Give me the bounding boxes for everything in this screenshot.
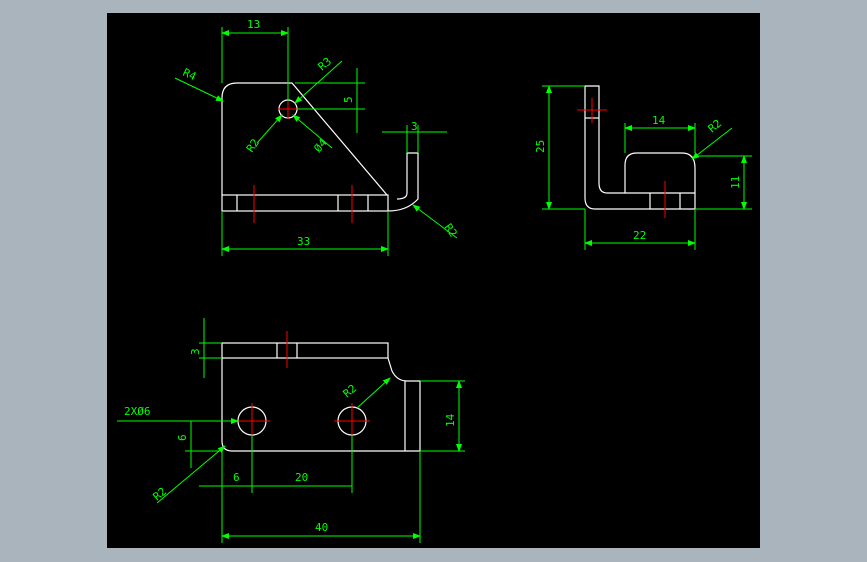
cad-drawing: 13 R4 R3 5 R2 Ø4 3 R2 33 25 14 R2 11 22 … <box>117 18 752 543</box>
dim-w14: 14 <box>652 114 666 127</box>
side-view-outline <box>584 85 696 210</box>
dim-leader <box>356 377 391 409</box>
dim-r2: R2 <box>706 117 725 135</box>
top-view-flange <box>221 194 389 212</box>
dim-h14: 14 <box>444 413 457 427</box>
dim-r2-notch: R2 <box>341 382 360 400</box>
dim-len33: 33 <box>297 235 310 248</box>
dim-h11: 11 <box>729 176 742 189</box>
side-view: 25 14 R2 11 22 <box>534 85 752 250</box>
dim-t3: 3 <box>411 120 418 133</box>
cad-viewport[interactable]: 13 R4 R3 5 R2 Ø4 3 R2 33 25 14 R2 11 22 … <box>107 13 760 548</box>
front-view-flange <box>221 342 389 359</box>
dim-v6: 6 <box>176 434 189 441</box>
dim-leader <box>256 114 283 144</box>
dim-leader <box>174 77 224 102</box>
dim-r4: R4 <box>181 66 199 84</box>
dim-holes: 2XØ6 <box>124 405 151 418</box>
dim-v5: 5 <box>342 96 355 103</box>
front-view: 3 2XØ6 R2 14 6 R2 6 20 40 <box>117 318 465 543</box>
dim-x6: 6 <box>233 471 240 484</box>
dim-len40: 40 <box>315 521 328 534</box>
dim-w22: 22 <box>633 229 646 242</box>
top-view: 13 R4 R3 5 R2 Ø4 3 R2 33 <box>174 18 460 256</box>
dim-h25: 25 <box>534 140 547 153</box>
top-view-plate-outline <box>221 82 388 196</box>
dim-r2-corner: R2 <box>151 485 170 503</box>
dim-width-13: 13 <box>247 18 260 31</box>
dim-t3-front: 3 <box>189 348 202 355</box>
dim-r2-bend: R2 <box>442 221 460 239</box>
dim-dia4: Ø4 <box>311 136 330 155</box>
dim-r2-hole: R2 <box>244 136 262 154</box>
dim-x20: 20 <box>295 471 308 484</box>
top-view-bent-tab <box>387 152 419 212</box>
